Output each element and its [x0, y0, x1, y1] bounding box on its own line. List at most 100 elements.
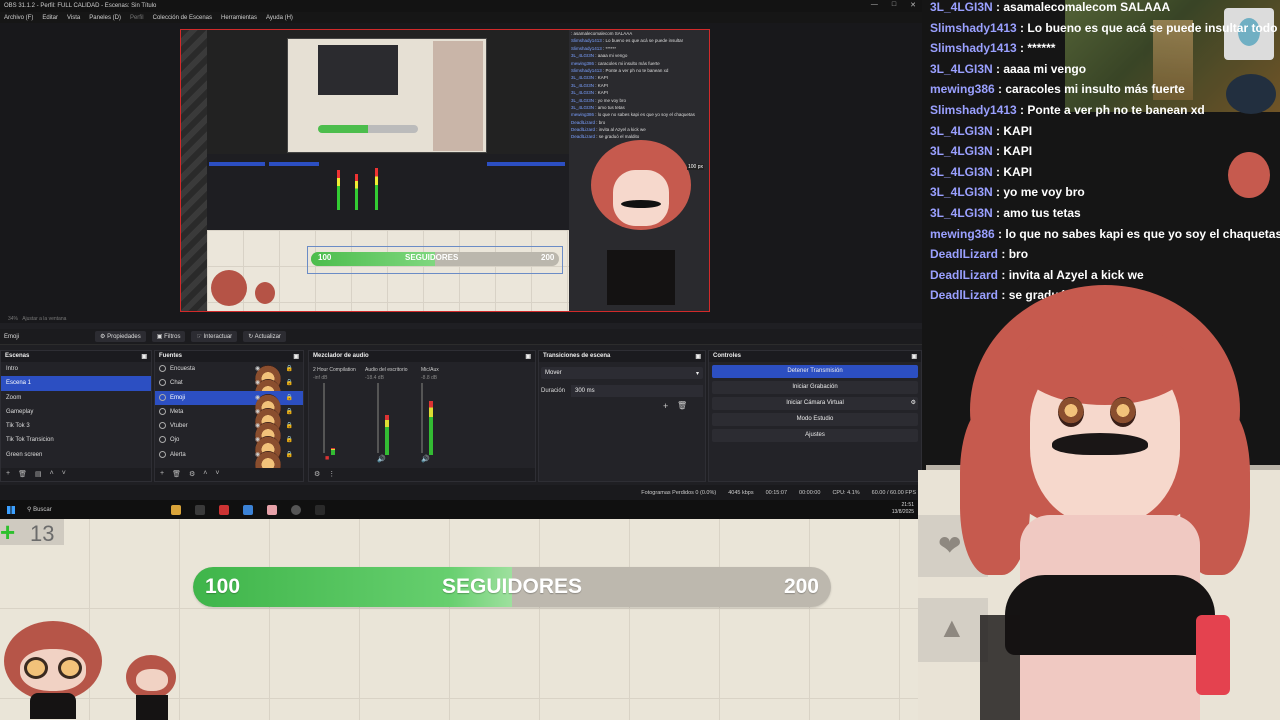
- start-virtual-camera-button[interactable]: Iniciar Cámara Virtual ⚙: [712, 397, 918, 410]
- menu-scene-collection[interactable]: Colección de Escenas: [153, 15, 212, 21]
- trash-icon[interactable]: 🗑: [677, 401, 687, 410]
- properties-button[interactable]: ⚙ Propiedades: [95, 331, 146, 342]
- source-item-ojo[interactable]: Ojo ◉ 🔒: [155, 433, 303, 467]
- scene-item-tiktok-transicion[interactable]: Tik Tok Transicion: [1, 433, 151, 447]
- scene-item-intro[interactable]: Intro: [1, 362, 151, 376]
- trash-icon[interactable]: 🗑: [172, 470, 181, 479]
- source-item-emoji[interactable]: Emoji ◉ 🔒: [155, 390, 303, 424]
- stop-streaming-button[interactable]: Detener Transmisión: [712, 365, 918, 378]
- source-item-alerta[interactable]: Alerta ◉ 🔒: [155, 448, 303, 481]
- chat-username[interactable]: Slimshady1413: [930, 21, 1017, 35]
- scene-item-gameplay[interactable]: Gameplay: [1, 405, 151, 419]
- source-item-chat[interactable]: Chat ◉ 🔒: [155, 376, 303, 410]
- system-tray[interactable]: 21:51 13/8/2025: [892, 502, 914, 516]
- volume-slider[interactable]: [323, 383, 325, 453]
- chat-username[interactable]: 3L_4LGI3N: [930, 0, 993, 14]
- interact-button[interactable]: ☞ Interactuar: [191, 331, 238, 342]
- lock-icon[interactable]: 🔒: [286, 436, 293, 443]
- maximize-icon[interactable]: □: [892, 1, 896, 9]
- chat-username[interactable]: Slimshady1413: [930, 41, 1017, 55]
- plus-icon[interactable]: +: [6, 470, 10, 479]
- volume-slider[interactable]: [421, 383, 423, 453]
- gear-icon[interactable]: ⚙: [314, 470, 320, 479]
- source-item-vtuber[interactable]: Vtuber ◉ 🔒: [155, 419, 303, 453]
- preview-area[interactable]: 100 SEGUIDORES 200 : asamalecomalecom SA…: [0, 23, 922, 323]
- filters-button[interactable]: ▣ Filtros: [151, 331, 186, 342]
- scene-item-zoom[interactable]: Zoom: [1, 391, 151, 405]
- chat-username[interactable]: mewing386: [930, 227, 995, 241]
- down-icon[interactable]: ˅: [215, 470, 219, 479]
- source-item-encuesta[interactable]: Encuesta ◉ 🔒: [155, 362, 303, 395]
- minimize-icon[interactable]: —: [871, 1, 878, 9]
- up-icon[interactable]: ˄: [203, 470, 207, 479]
- trash-icon[interactable]: 🗑: [18, 470, 27, 479]
- chat-username[interactable]: DeadlLizard: [930, 268, 998, 282]
- menu-file[interactable]: Archivo (F): [4, 15, 33, 21]
- volume-slider[interactable]: [377, 383, 379, 453]
- lock-icon[interactable]: 🔒: [286, 422, 293, 429]
- app-icon[interactable]: [219, 504, 229, 515]
- speaker-icon[interactable]: 🔊: [377, 455, 386, 463]
- file-explorer-icon[interactable]: [171, 504, 181, 515]
- scene-item-tiktok-3[interactable]: Tik Tok 3: [1, 419, 151, 433]
- chat-username[interactable]: 3L_4LGI3N: [930, 206, 993, 220]
- refresh-button[interactable]: ↻ Actualizar: [243, 331, 286, 342]
- lock-icon[interactable]: 🔒: [286, 451, 293, 458]
- studio-mode-button[interactable]: Modo Estudio: [712, 413, 918, 426]
- follower-goal-bar: 100 SEGUIDORES 200: [193, 567, 831, 607]
- lock-icon[interactable]: 🔒: [286, 365, 293, 372]
- chat-username[interactable]: mewing386: [930, 82, 995, 96]
- menu-icon[interactable]: ⋮: [328, 470, 335, 479]
- muted-icon[interactable]: ■: [325, 455, 329, 462]
- start-recording-button[interactable]: Iniciar Grabación: [712, 381, 918, 394]
- undock-icon[interactable]: ▣: [525, 353, 531, 360]
- scene-item-escena-1[interactable]: Escena 1: [1, 376, 151, 391]
- undock-icon[interactable]: ▣: [911, 353, 917, 360]
- app-icon[interactable]: [195, 504, 205, 515]
- chat-username[interactable]: DeadlLizard: [930, 247, 998, 261]
- chat-username[interactable]: 3L_4LGI3N: [930, 144, 993, 158]
- mini-follow-bar[interactable]: 100 SEGUIDORES 200: [307, 246, 563, 274]
- chat-username[interactable]: 3L_4LGI3N: [930, 62, 993, 76]
- windows-start-icon[interactable]: [7, 505, 15, 514]
- filter-icon[interactable]: ▤: [35, 470, 42, 479]
- down-icon[interactable]: ˅: [62, 470, 66, 479]
- duration-input[interactable]: 300 ms: [571, 385, 703, 397]
- lock-icon[interactable]: 🔒: [286, 379, 293, 386]
- chat-text: caracoles mi insulto más fuerte: [1005, 82, 1185, 97]
- zoom-label[interactable]: 34% Ajustar a la ventana: [8, 316, 66, 322]
- transition-select[interactable]: Mover ▾: [541, 367, 703, 379]
- chat-username[interactable]: 3L_4LGI3N: [930, 185, 993, 199]
- speaker-icon[interactable]: 🔊: [421, 455, 430, 463]
- undock-icon[interactable]: ▣: [293, 353, 299, 360]
- plus-icon[interactable]: +: [160, 470, 164, 479]
- chat-username[interactable]: 3L_4LGI3N: [930, 124, 993, 138]
- up-icon[interactable]: ˄: [50, 470, 54, 479]
- undock-icon[interactable]: ▣: [695, 353, 701, 360]
- terminal-icon[interactable]: [315, 504, 325, 515]
- obs-icon[interactable]: [291, 504, 301, 515]
- menu-docks[interactable]: Paneles (D): [89, 15, 121, 21]
- menu-edit[interactable]: Editar: [42, 15, 58, 21]
- scene-item-green-screen[interactable]: Green screen: [1, 448, 151, 462]
- settings-button[interactable]: Ajustes: [712, 429, 918, 442]
- gear-icon[interactable]: ⚙: [189, 470, 195, 479]
- mini-chat-user: mewing386: [571, 60, 595, 66]
- menu-help[interactable]: Ayuda (H): [266, 15, 293, 21]
- lock-icon[interactable]: 🔒: [286, 394, 293, 401]
- menu-profile[interactable]: Perfil: [130, 15, 144, 21]
- lock-icon[interactable]: 🔒: [286, 408, 293, 415]
- gear-icon[interactable]: ⚙: [911, 397, 916, 410]
- undock-icon[interactable]: ▣: [141, 353, 147, 360]
- close-icon[interactable]: ✕: [910, 1, 916, 9]
- app-icon[interactable]: [267, 504, 277, 515]
- menu-tools[interactable]: Herramientas: [221, 15, 257, 21]
- preview-canvas[interactable]: 100 SEGUIDORES 200 : asamalecomalecom SA…: [180, 29, 710, 312]
- chat-username[interactable]: 3L_4LGI3N: [930, 165, 993, 179]
- taskbar-search[interactable]: ⚲ Buscar: [27, 506, 157, 513]
- chat-username[interactable]: Slimshady1413: [930, 103, 1017, 117]
- menu-view[interactable]: Vista: [67, 15, 80, 21]
- browser-icon[interactable]: [243, 504, 253, 515]
- plus-icon[interactable]: +: [663, 401, 668, 411]
- source-item-meta[interactable]: Meta ◉ 🔒: [155, 405, 303, 438]
